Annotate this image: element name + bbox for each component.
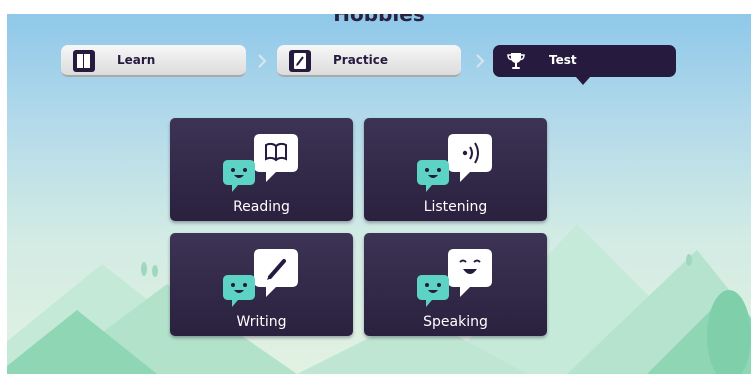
speaking-icon (417, 249, 492, 307)
skill-tile-reading[interactable]: Reading (170, 118, 353, 221)
skill-label: Reading (233, 199, 290, 215)
skill-tile-listening[interactable]: Listening (364, 118, 547, 221)
pencil-note-icon (289, 50, 311, 72)
chevron-right-icon (258, 54, 267, 68)
skill-label: Listening (423, 199, 488, 215)
skill-label: Writing (236, 314, 287, 330)
listening-icon (417, 134, 492, 192)
active-step-pointer (576, 77, 590, 85)
step-label: Learn (117, 53, 156, 67)
lesson-screen: Hobbies Learn Practice Test Reading List… (7, 14, 751, 374)
skill-tile-speaking[interactable]: Speaking (364, 233, 547, 336)
step-practice[interactable]: Practice (277, 45, 461, 77)
chevron-right-icon (476, 54, 485, 68)
book-icon (73, 50, 95, 72)
step-label: Practice (333, 53, 389, 67)
step-test[interactable]: Test (493, 45, 676, 77)
writing-icon (223, 249, 298, 307)
step-label: Test (549, 53, 577, 67)
reading-icon (223, 134, 298, 192)
skill-tile-writing[interactable]: Writing (170, 233, 353, 336)
skill-label: Speaking (423, 314, 488, 330)
trophy-icon (505, 50, 527, 72)
page-title: Hobbies (333, 14, 425, 26)
step-learn[interactable]: Learn (61, 45, 246, 77)
